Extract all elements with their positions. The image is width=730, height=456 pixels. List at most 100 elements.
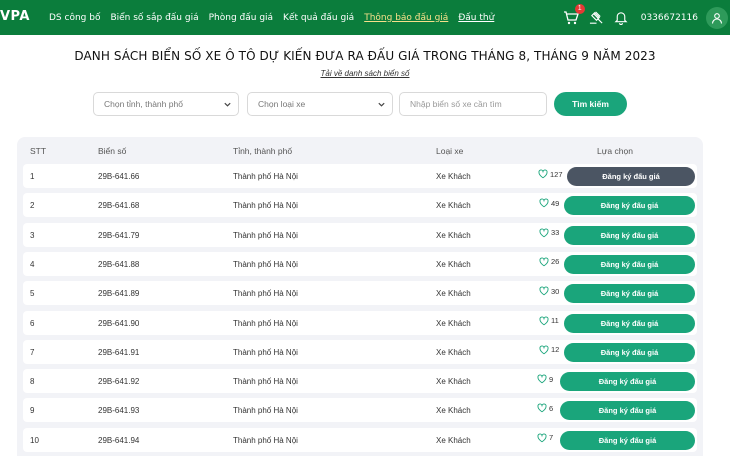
cart-badge: 1 (574, 3, 585, 14)
like-count: 33 (551, 228, 560, 238)
row-vehicle-type: Xe Khách (436, 172, 471, 181)
heart-icon (537, 374, 547, 384)
row-stt: 3 (30, 230, 35, 240)
register-auction-button[interactable]: Đăng ký đấu giá (564, 196, 695, 216)
nav-item-0[interactable]: DS công bố (49, 13, 100, 23)
heart-icon (539, 228, 549, 237)
register-auction-button[interactable]: Đăng ký đấu giá (564, 254, 695, 274)
page-title: DANH SÁCH BIỂN SỐ XE Ô TÔ DỰ KIẾN ĐƯA RA… (74, 49, 656, 63)
like-count: 11 (551, 316, 559, 325)
heart-icon (537, 403, 547, 413)
heart-icon (539, 286, 549, 296)
like-count: 49 (551, 198, 560, 208)
like-count: 7 (549, 433, 554, 443)
like-button[interactable]: 49 (539, 198, 559, 208)
nav-item-3[interactable]: Kết quả đấu giá (283, 13, 354, 23)
row-stt: 8 (30, 377, 35, 387)
row-province: Thành phố Hà Nội (233, 347, 298, 357)
like-button[interactable]: 11 (539, 316, 559, 326)
like-count: 26 (551, 257, 560, 267)
download-list-link[interactable]: Tải về danh sách biển số (0, 69, 730, 78)
row-vehicle-type: Xe Khách (436, 435, 471, 445)
row-province: Thành phố Hà Nội (233, 172, 298, 181)
row-vehicle-type: Xe Khách (436, 347, 471, 357)
like-count: 127 (550, 169, 563, 179)
like-count: 6 (549, 403, 554, 413)
account-phone[interactable]: 0336672116 (641, 13, 698, 23)
row-province: Thành phố Hà Nội (233, 318, 298, 328)
row-stt: 7 (30, 347, 35, 357)
like-button[interactable]: 7 (537, 433, 553, 443)
row-plate: 29B-641.92 (98, 377, 140, 387)
like-button[interactable]: 30 (539, 286, 559, 296)
nav-item-4[interactable]: Thông báo đấu giá (364, 13, 448, 23)
row-stt: 10 (30, 435, 39, 445)
avatar[interactable] (706, 6, 728, 29)
register-auction-button[interactable]: Đăng ký đấu giá (567, 167, 695, 186)
bell-icon (614, 12, 628, 25)
register-auction-button[interactable]: Đăng ký đấu giá (564, 342, 695, 362)
province-select[interactable]: Chọn tỉnh, thành phố (93, 92, 239, 116)
row-province: Thành phố Hà Nội (233, 406, 298, 416)
row-stt: 9 (30, 406, 35, 416)
row-stt: 1 (30, 172, 35, 181)
col-plate: Biển số (98, 146, 127, 156)
logo[interactable]: VPA (0, 9, 30, 24)
row-plate: 29B-641.68 (98, 201, 140, 211)
nav-item-1[interactable]: Biển số sắp đấu giá (110, 13, 198, 23)
chevron-down-icon (378, 102, 385, 107)
plate-search-input[interactable] (399, 92, 547, 116)
col-choice: Lựa chọn (597, 146, 633, 156)
table-row: 6 29B-641.90 Thành phố Hà Nội Xe Khách 11 Đăn… (23, 310, 697, 335)
row-vehicle-type: Xe Khách (436, 230, 471, 240)
row-vehicle-type: Xe Khách (436, 201, 471, 211)
row-province: Thành phố Hà Nội (233, 230, 298, 240)
like-count: 9 (549, 374, 554, 384)
register-auction-button[interactable]: Đăng ký đấu giá (560, 430, 695, 450)
heart-icon (539, 345, 549, 355)
vehicle-type-select[interactable]: Chọn loại xe (247, 92, 393, 116)
nav-item-5[interactable]: Đấu thử (458, 13, 494, 23)
like-button[interactable]: 33 (539, 228, 559, 238)
like-button[interactable]: 6 (537, 403, 553, 413)
register-auction-button[interactable]: Đăng ký đấu giá (564, 313, 695, 333)
search-button[interactable]: Tìm kiếm (554, 92, 627, 116)
row-vehicle-type: Xe Khách (436, 377, 471, 387)
register-auction-button[interactable]: Đăng ký đấu giá (560, 372, 695, 392)
like-button[interactable]: 12 (539, 345, 559, 355)
row-plate: 29B-641.94 (98, 435, 140, 445)
heart-icon (537, 433, 547, 442)
like-button[interactable]: 9 (537, 374, 553, 384)
province-select-placeholder: Chọn tỉnh, thành phố (104, 99, 183, 109)
register-auction-button[interactable]: Đăng ký đấu giá (560, 401, 695, 421)
row-province: Thành phố Hà Nội (233, 201, 298, 211)
register-auction-button[interactable]: Đăng ký đấu giá (564, 284, 695, 304)
header-actions: 1 0336672116 (563, 0, 730, 35)
row-plate: 29B-641.90 (98, 318, 140, 328)
heart-icon (539, 257, 549, 267)
plate-table: STT Biển số Tỉnh, thành phố Loại xe Lựa … (17, 137, 703, 456)
table-row: 5 29B-641.89 Thành phố Hà Nội Xe Khách 30 Đăn… (23, 281, 697, 306)
row-plate: 29B-641.66 (98, 172, 140, 181)
row-plate: 29B-641.93 (98, 406, 140, 416)
table-row: 4 29B-641.88 Thành phố Hà Nội Xe Khách 26 Đăn… (23, 251, 697, 276)
table-row: 7 29B-641.91 Thành phố Hà Nội Xe Khách 12 Đăn… (23, 339, 697, 364)
like-count: 12 (551, 345, 560, 355)
notification-button[interactable] (613, 10, 629, 26)
nav-item-2[interactable]: Phòng đấu giá (209, 13, 273, 23)
register-auction-button[interactable]: Đăng ký đấu giá (564, 225, 695, 245)
table-row: 9 29B-641.93 Thành phố Hà Nội Xe Khách 6 Đăng… (23, 398, 697, 423)
row-province: Thành phố Hà Nội (233, 435, 298, 445)
top-header: VPA DS công bố Biển số sắp đấu giá Phòng đ… (0, 0, 730, 35)
like-button[interactable]: 127 (538, 169, 563, 179)
row-vehicle-type: Xe Khách (436, 259, 471, 269)
gavel-button[interactable] (589, 10, 605, 26)
like-button[interactable]: 26 (539, 257, 559, 267)
row-plate: 29B-641.89 (98, 289, 140, 299)
row-province: Thành phố Hà Nội (233, 259, 298, 269)
heart-icon (538, 169, 548, 179)
col-province: Tỉnh, thành phố (233, 146, 293, 156)
cart-button[interactable]: 1 (563, 3, 585, 27)
row-province: Thành phố Hà Nội (233, 377, 298, 387)
table-row: 8 29B-641.92 Thành phố Hà Nội Xe Khách 9 Đăng… (23, 369, 697, 394)
